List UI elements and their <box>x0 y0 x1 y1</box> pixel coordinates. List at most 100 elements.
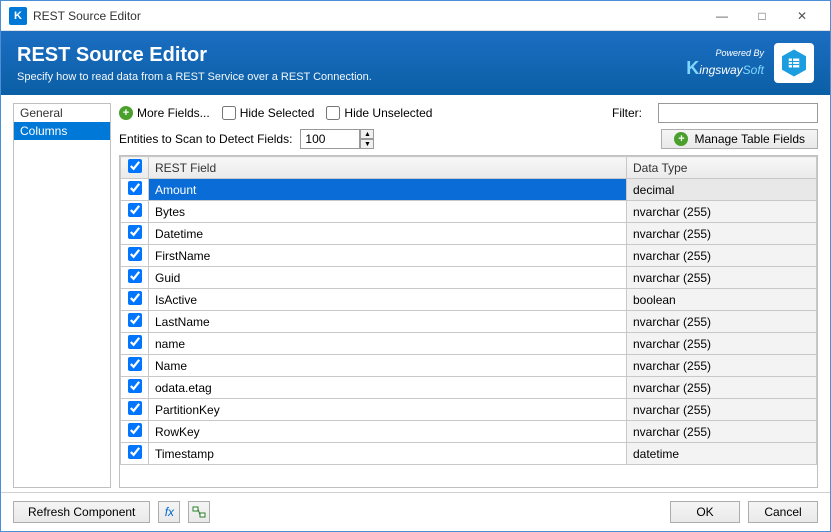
row-check-cell[interactable] <box>121 333 149 355</box>
table-row[interactable]: RowKeynvarchar (255) <box>121 421 817 443</box>
filter-input[interactable] <box>658 103 818 123</box>
row-type-cell[interactable]: decimal <box>627 179 817 201</box>
hide-unselected-input[interactable] <box>326 106 340 120</box>
row-type-cell[interactable]: datetime <box>627 443 817 465</box>
header-data-type[interactable]: Data Type <box>627 157 817 179</box>
row-check-cell[interactable] <box>121 267 149 289</box>
row-type-cell[interactable]: nvarchar (255) <box>627 333 817 355</box>
fx-icon: fx <box>165 505 174 519</box>
table-row[interactable]: Guidnvarchar (255) <box>121 267 817 289</box>
filter-label: Filter: <box>612 106 642 120</box>
app-icon: K <box>9 7 27 25</box>
row-type-cell[interactable]: nvarchar (255) <box>627 399 817 421</box>
row-type-cell[interactable]: nvarchar (255) <box>627 377 817 399</box>
row-field-cell[interactable]: RowKey <box>149 421 627 443</box>
ok-button[interactable]: OK <box>670 501 740 523</box>
header-rest-field[interactable]: REST Field <box>149 157 627 179</box>
row-checkbox[interactable] <box>128 401 142 415</box>
cancel-button[interactable]: Cancel <box>748 501 818 523</box>
row-checkbox[interactable] <box>128 181 142 195</box>
row-field-cell[interactable]: LastName <box>149 311 627 333</box>
row-type-cell[interactable]: nvarchar (255) <box>627 267 817 289</box>
maximize-button[interactable]: □ <box>742 1 782 31</box>
row-type-cell[interactable]: nvarchar (255) <box>627 201 817 223</box>
sidebar: GeneralColumns <box>13 103 111 488</box>
row-field-cell[interactable]: odata.etag <box>149 377 627 399</box>
table-row[interactable]: Bytesnvarchar (255) <box>121 201 817 223</box>
row-field-cell[interactable]: Amount <box>149 179 627 201</box>
table-row[interactable]: Timestampdatetime <box>121 443 817 465</box>
row-type-cell[interactable]: nvarchar (255) <box>627 245 817 267</box>
row-type-cell[interactable]: nvarchar (255) <box>627 355 817 377</box>
sidebar-item-general[interactable]: General <box>14 104 110 122</box>
row-field-cell[interactable]: Timestamp <box>149 443 627 465</box>
table-row[interactable]: odata.etagnvarchar (255) <box>121 377 817 399</box>
toolbar-bottom: Entities to Scan to Detect Fields: ▲ ▼ +… <box>119 129 818 149</box>
row-checkbox[interactable] <box>128 445 142 459</box>
row-field-cell[interactable]: IsActive <box>149 289 627 311</box>
mapping-button[interactable] <box>188 501 210 523</box>
row-field-cell[interactable]: Datetime <box>149 223 627 245</box>
row-checkbox[interactable] <box>128 313 142 327</box>
row-checkbox[interactable] <box>128 225 142 239</box>
minimize-button[interactable]: ― <box>702 1 742 31</box>
entities-spin-down[interactable]: ▼ <box>360 139 374 149</box>
row-checkbox[interactable] <box>128 423 142 437</box>
page-subtitle: Specify how to read data from a REST Ser… <box>17 71 686 83</box>
row-checkbox[interactable] <box>128 379 142 393</box>
row-checkbox[interactable] <box>128 269 142 283</box>
row-type-cell[interactable]: nvarchar (255) <box>627 223 817 245</box>
row-field-cell[interactable]: PartitionKey <box>149 399 627 421</box>
table-row[interactable]: PartitionKeynvarchar (255) <box>121 399 817 421</box>
row-type-cell[interactable]: boolean <box>627 289 817 311</box>
row-check-cell[interactable] <box>121 179 149 201</box>
fields-grid[interactable]: REST Field Data Type AmountdecimalBytesn… <box>119 155 818 488</box>
sidebar-item-columns[interactable]: Columns <box>14 122 110 140</box>
row-checkbox[interactable] <box>128 203 142 217</box>
row-check-cell[interactable] <box>121 377 149 399</box>
row-field-cell[interactable]: name <box>149 333 627 355</box>
row-check-cell[interactable] <box>121 399 149 421</box>
row-check-cell[interactable] <box>121 201 149 223</box>
more-fields-button[interactable]: + More Fields... <box>119 106 210 120</box>
entities-scan-input[interactable] <box>300 129 360 149</box>
toolbar-top: + More Fields... Hide Selected Hide Unse… <box>119 103 818 123</box>
row-check-cell[interactable] <box>121 289 149 311</box>
close-button[interactable]: ✕ <box>782 1 822 31</box>
table-row[interactable]: IsActiveboolean <box>121 289 817 311</box>
table-row[interactable]: namenvarchar (255) <box>121 333 817 355</box>
row-field-cell[interactable]: Bytes <box>149 201 627 223</box>
table-row[interactable]: Namenvarchar (255) <box>121 355 817 377</box>
row-check-cell[interactable] <box>121 443 149 465</box>
page-title: REST Source Editor <box>17 44 686 67</box>
row-checkbox[interactable] <box>128 291 142 305</box>
row-checkbox[interactable] <box>128 335 142 349</box>
entities-spin-up[interactable]: ▲ <box>360 129 374 139</box>
row-check-cell[interactable] <box>121 355 149 377</box>
row-check-cell[interactable] <box>121 311 149 333</box>
hide-selected-checkbox[interactable]: Hide Selected <box>222 106 315 120</box>
select-all-checkbox[interactable] <box>128 159 142 173</box>
row-checkbox[interactable] <box>128 357 142 371</box>
row-type-cell[interactable]: nvarchar (255) <box>627 311 817 333</box>
header-banner: REST Source Editor Specify how to read d… <box>1 31 830 95</box>
row-check-cell[interactable] <box>121 245 149 267</box>
row-checkbox[interactable] <box>128 247 142 261</box>
row-field-cell[interactable]: Name <box>149 355 627 377</box>
row-type-cell[interactable]: nvarchar (255) <box>627 421 817 443</box>
row-field-cell[interactable]: FirstName <box>149 245 627 267</box>
row-check-cell[interactable] <box>121 223 149 245</box>
hide-unselected-checkbox[interactable]: Hide Unselected <box>326 106 432 120</box>
refresh-component-button[interactable]: Refresh Component <box>13 501 150 523</box>
table-row[interactable]: FirstNamenvarchar (255) <box>121 245 817 267</box>
hide-selected-input[interactable] <box>222 106 236 120</box>
table-row[interactable]: LastNamenvarchar (255) <box>121 311 817 333</box>
row-field-cell[interactable]: Guid <box>149 267 627 289</box>
more-fields-label: More Fields... <box>137 106 210 120</box>
expression-button[interactable]: fx <box>158 501 180 523</box>
row-check-cell[interactable] <box>121 421 149 443</box>
table-row[interactable]: Amountdecimal <box>121 179 817 201</box>
header-check[interactable] <box>121 157 149 179</box>
table-row[interactable]: Datetimenvarchar (255) <box>121 223 817 245</box>
manage-table-fields-button[interactable]: + Manage Table Fields <box>661 129 818 149</box>
